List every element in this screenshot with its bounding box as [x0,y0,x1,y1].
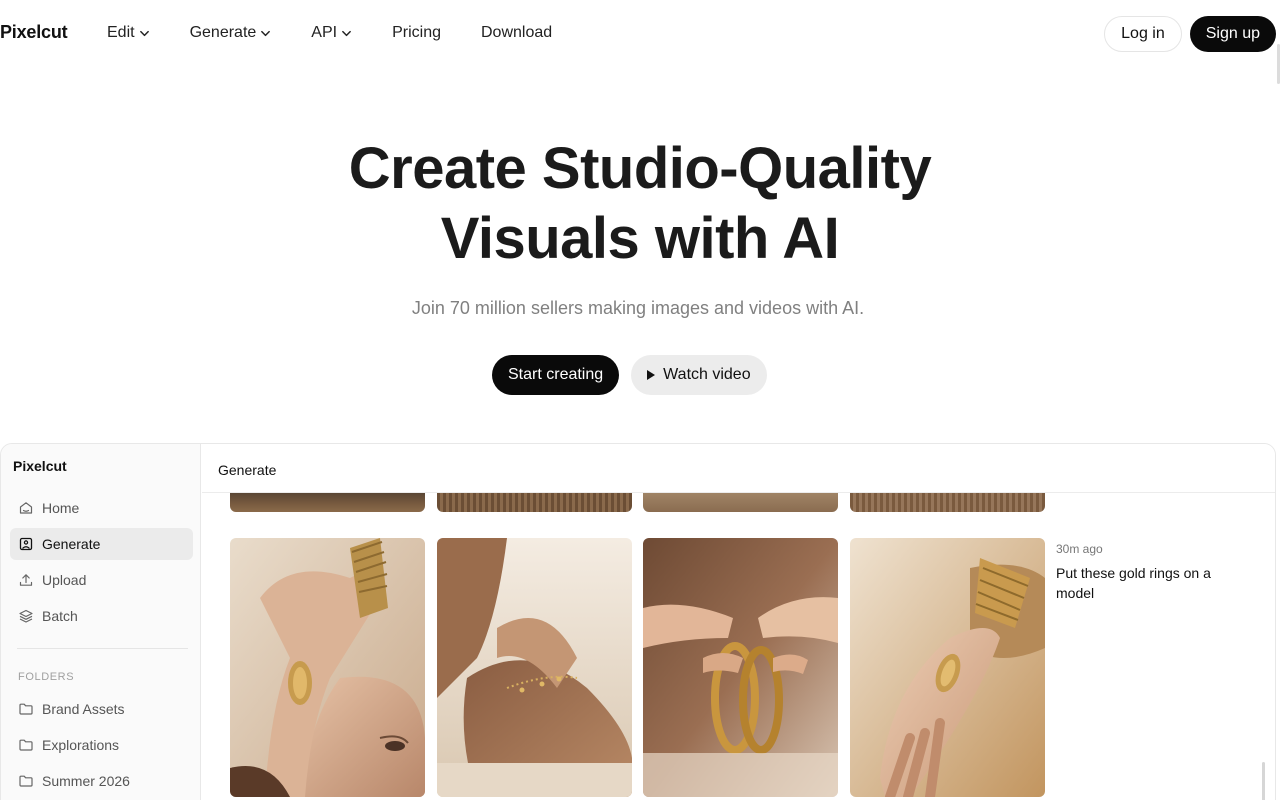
nav-item-api[interactable]: API [311,24,352,42]
generated-image-thumb[interactable] [850,493,1045,512]
folders-list: Brand Assets Explorations Summer 2026 [10,693,193,800]
app-brand: Pixelcut [13,458,67,474]
folder-label: Brand Assets [42,701,125,717]
chevron-down-icon [342,30,351,36]
image-icon [19,537,33,551]
sidebar-item-batch[interactable]: Batch [10,600,193,632]
top-nav: Pixelcut Edit Generate API Pricing Downl… [0,0,1280,84]
folder-label: Explorations [42,737,120,753]
folder-icon [19,703,33,715]
hero-title: Create Studio-Quality Visuals with AI [0,134,1280,274]
nav-item-download[interactable]: Download [481,24,552,42]
generated-image-anklet[interactable] [437,538,632,797]
sidebar-nav: Home Generate Upload Batch [10,492,193,636]
signup-button[interactable]: Sign up [1189,16,1276,52]
nav-item-label: Download [481,24,553,41]
generation-prompt: Put these gold rings on a model [1056,565,1211,601]
nav-item-label: Edit [107,24,135,41]
home-icon [19,502,33,514]
generated-image-hoops[interactable] [643,538,838,797]
sidebar-item-label: Generate [42,536,101,552]
main-header: Generate [202,444,1275,493]
play-icon [647,370,656,380]
generated-image-thumb[interactable] [643,493,838,512]
sidebar-divider [17,648,188,649]
sidebar-item-label: Home [42,500,80,516]
folder-item-summer-2026[interactable]: Summer 2026 [10,765,193,797]
nav-item-label: API [311,24,338,41]
gallery-scrollbar[interactable] [1262,762,1265,800]
app-sidebar: Pixelcut Home Generate Upload Batch FOLD… [1,444,201,800]
chevron-down-icon [139,30,149,36]
watch-video-button[interactable]: Watch video [631,355,767,395]
generated-image-ring-on-face[interactable] [230,538,425,797]
nav-item-generate[interactable]: Generate [190,24,272,42]
folders-heading: FOLDERS [18,671,75,683]
app-preview: Pixelcut Home Generate Upload Batch FOLD… [0,443,1276,800]
hero-subtitle: Join 70 million sellers making images an… [411,298,865,318]
hero-title-line: Visuals with AI [440,206,840,271]
sidebar-item-label: Batch [42,608,78,624]
watch-video-label: Watch video [663,366,751,383]
photo-illustration [437,538,632,797]
nav-links: Edit Generate API Pricing Download [107,24,552,42]
sidebar-item-generate[interactable]: Generate [10,528,193,560]
folder-label: Summer 2026 [42,773,130,789]
generated-image-thumb[interactable] [230,493,425,512]
photo-illustration [643,538,838,797]
sidebar-item-upload[interactable]: Upload [10,564,193,596]
auth-buttons: Log in Sign up [1104,16,1276,52]
folder-icon [19,739,33,751]
generated-image-ring-on-hand[interactable] [850,538,1045,797]
nav-item-label: Generate [189,24,257,41]
folder-item-brand-assets[interactable]: Brand Assets [10,693,193,725]
nav-item-label: Pricing [392,24,441,41]
hero-ctas: Start creating Watch video [492,355,767,395]
hero-title-line: Create Studio-Quality [348,136,932,201]
generation-timestamp: 30m ago [1056,542,1103,556]
sidebar-item-home[interactable]: Home [10,492,193,524]
start-creating-button[interactable]: Start creating [492,355,620,395]
photo-illustration [230,538,425,797]
login-button[interactable]: Log in [1104,16,1182,52]
photo-illustration [850,538,1045,797]
sidebar-item-label: Upload [42,572,87,588]
main-title: Generate [218,462,277,478]
layers-icon [19,609,33,623]
folder-item-explorations[interactable]: Explorations [10,729,193,761]
generated-image-thumb[interactable] [437,493,632,512]
nav-item-edit[interactable]: Edit [107,24,150,42]
upload-icon [19,574,33,586]
nav-item-pricing[interactable]: Pricing [392,24,441,42]
folder-icon [19,775,33,787]
logo[interactable]: Pixelcut [0,22,68,43]
chevron-down-icon [261,30,271,36]
